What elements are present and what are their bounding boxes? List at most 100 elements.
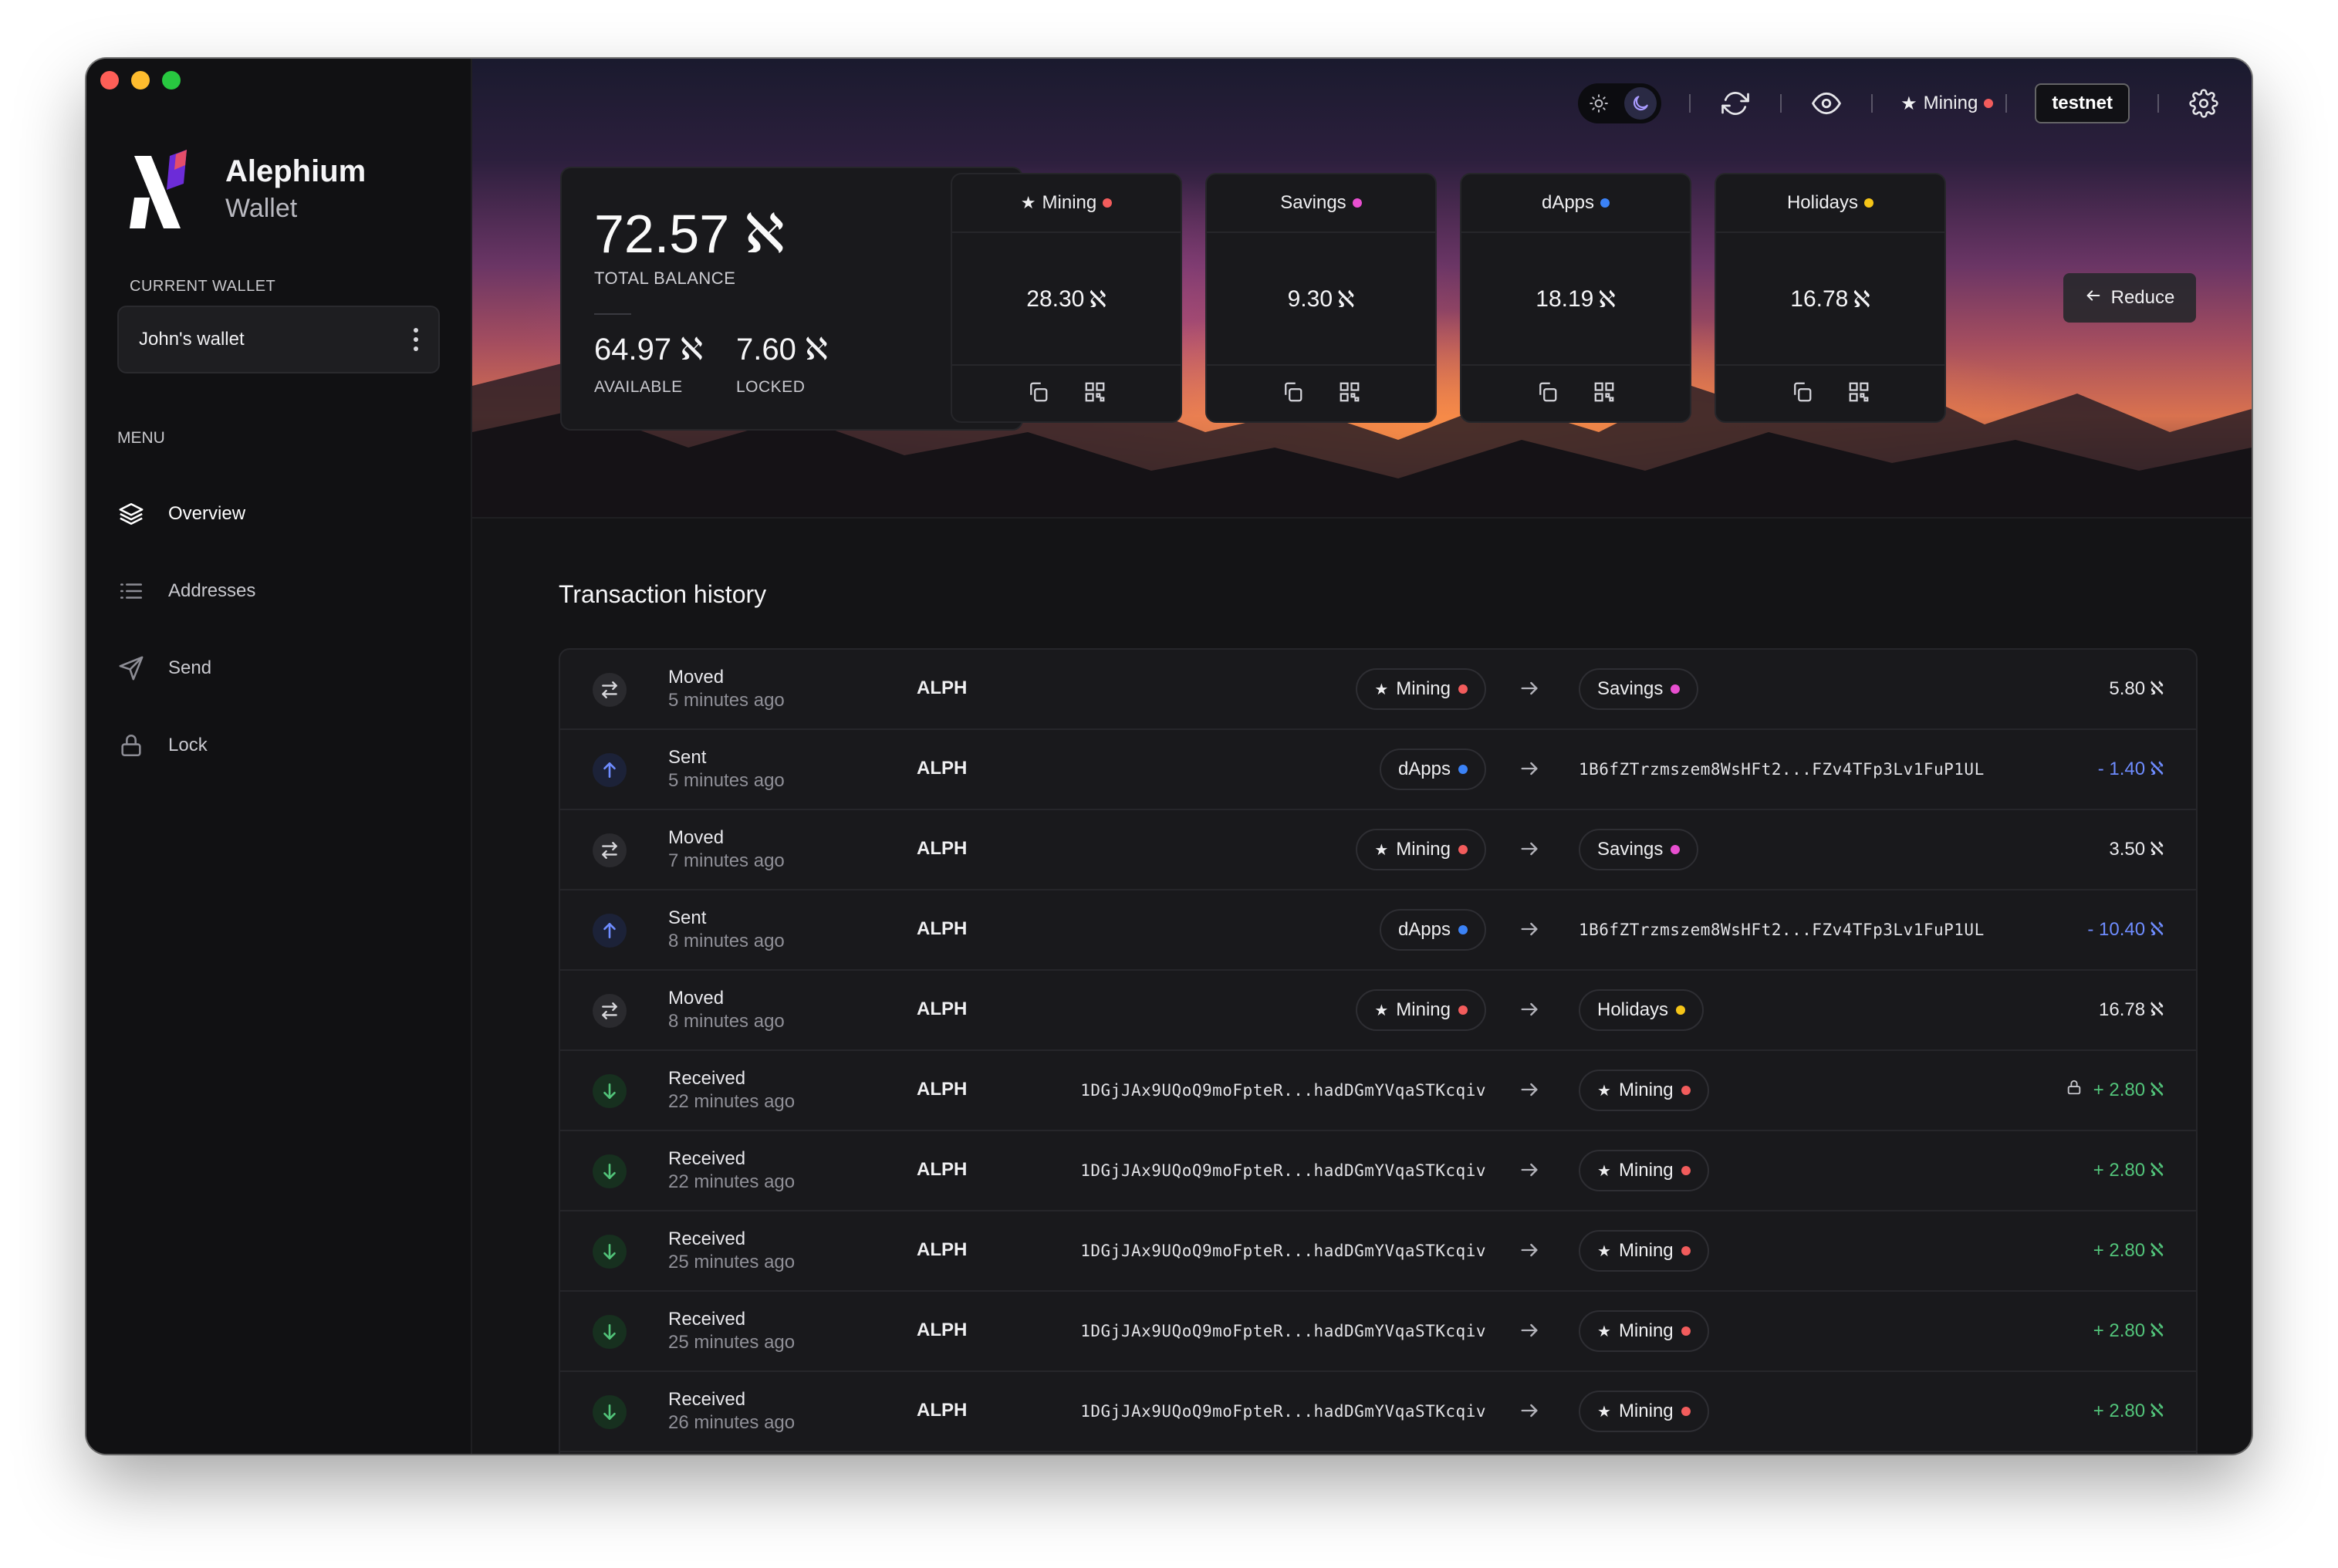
from-address-pill[interactable]: dApps: [1379, 749, 1486, 790]
locked-label: LOCKED: [736, 378, 806, 396]
transfer-icon: [593, 673, 627, 707]
alephium-logo: [130, 150, 187, 228]
reduce-button[interactable]: Reduce: [2063, 273, 2196, 323]
transaction-time: 8 minutes ago: [668, 1011, 785, 1032]
currency-symbol: ℵ: [2150, 1080, 2164, 1100]
to-address-pill[interactable]: ★ Mining: [1579, 1230, 1709, 1272]
currency-symbol: ℵ: [2150, 919, 2164, 940]
transaction-asset: ALPH: [917, 1400, 968, 1421]
transaction-from: 1DGjJAx9UQoQ9moFpteR...hadDGmYVqaSTKcqiv: [1080, 1230, 1486, 1272]
default-address-chip[interactable]: ★ Mining: [1900, 93, 1994, 115]
address-card-header: Holidays: [1716, 174, 1944, 233]
copy-icon[interactable]: [1536, 380, 1559, 407]
address-label: dApps: [1541, 192, 1595, 213]
copy-icon[interactable]: [1281, 380, 1304, 407]
currency-symbol: ℵ: [1853, 286, 1870, 313]
transaction-row[interactable]: Sent 8 minutes ago ALPH dApps 1B6fZTrzmszem8…: [560, 890, 2196, 971]
menu-item-label: Addresses: [168, 580, 256, 601]
to-address-pill[interactable]: ★ Mining: [1579, 1391, 1709, 1432]
transaction-row[interactable]: Sent 5 minutes ago ALPH dApps 1B6fZTrzmszem8…: [560, 730, 2196, 810]
address-color-dot: [1458, 765, 1468, 774]
gear-icon[interactable]: [2187, 86, 2221, 120]
network-button[interactable]: testnet: [2035, 83, 2130, 123]
to-address-hash[interactable]: 1B6fZTrzmszem8WsHFt2...FZv4TFp3Lv1FuP1UL: [1579, 760, 1985, 779]
currency-symbol: ℵ: [1089, 286, 1106, 313]
from-address-pill[interactable]: dApps: [1379, 909, 1486, 951]
arrow-down-icon: [593, 1154, 627, 1188]
from-address-pill[interactable]: ★ Mining: [1356, 829, 1486, 870]
sun-icon[interactable]: [1583, 87, 1615, 120]
wallet-selector[interactable]: John's wallet: [117, 306, 440, 373]
currency-symbol: ℵ: [2150, 759, 2164, 779]
transaction-row[interactable]: Received 22 minutes ago ALPH 1DGjJAx9UQoQ9m…: [560, 1051, 2196, 1131]
transaction-row[interactable]: Received 25 minutes ago ALPH 1DGjJAx9UQoQ9m…: [560, 1211, 2196, 1292]
address-card[interactable]: ★ Mining 28.30 ℵ: [951, 173, 1182, 423]
amount-value: + 2.80: [2093, 1400, 2146, 1421]
transaction-row[interactable]: Received 26 minutes ago ALPH 1DGjJAx9UQoQ9m…: [560, 1372, 2196, 1452]
qr-code-icon[interactable]: [1847, 380, 1870, 407]
arrow-down-icon: [593, 1074, 627, 1108]
maximize-window-button[interactable]: [162, 71, 181, 90]
currency-symbol: ℵ: [2150, 1240, 2164, 1261]
menu-item-overview[interactable]: Overview: [117, 475, 441, 553]
transaction-to: 1B6fZTrzmszem8WsHFt2...FZv4TFp3Lv1FuP1UL: [1579, 909, 1985, 951]
transaction-row[interactable]: Moved 8 minutes ago ALPH ★ Mining Holidays 16.…: [560, 971, 2196, 1051]
transaction-row[interactable]: Received 22 minutes ago ALPH 1DGjJAx9UQoQ9m…: [560, 1131, 2196, 1211]
to-address-pill[interactable]: Holidays: [1579, 989, 1705, 1031]
lock-icon: [117, 732, 145, 759]
transaction-from: 1DGjJAx9UQoQ9moFpteR...hadDGmYVqaSTKcqiv: [1080, 1391, 1486, 1432]
moon-icon[interactable]: [1624, 87, 1657, 120]
copy-icon[interactable]: [1026, 380, 1049, 407]
address-amount: 16.78 ℵ: [1716, 233, 1944, 366]
address-color-dot: [1864, 198, 1874, 208]
refresh-icon[interactable]: [1718, 86, 1752, 120]
menu-item-addresses[interactable]: Addresses: [117, 553, 441, 630]
menu-item-lock[interactable]: Lock: [117, 707, 441, 784]
qr-code-icon[interactable]: [1593, 380, 1616, 407]
currency-symbol: ℵ: [2150, 1320, 2164, 1341]
arrow-down-icon: [593, 1395, 627, 1429]
arrow-right-icon: [1517, 1077, 1542, 1102]
from-address-pill[interactable]: ★ Mining: [1356, 989, 1486, 1031]
address-color-dot: [1984, 99, 1994, 108]
transaction-amount: 5.80 ℵ: [2109, 678, 2164, 700]
qr-code-icon[interactable]: [1338, 380, 1361, 407]
from-address-pill[interactable]: ★ Mining: [1356, 668, 1486, 710]
from-address-hash[interactable]: 1DGjJAx9UQoQ9moFpteR...hadDGmYVqaSTKcqiv: [1080, 1081, 1486, 1100]
qr-code-icon[interactable]: [1083, 380, 1106, 407]
minimize-window-button[interactable]: [131, 71, 150, 90]
to-address-pill[interactable]: ★ Mining: [1579, 1150, 1709, 1191]
from-address-hash[interactable]: 1DGjJAx9UQoQ9moFpteR...hadDGmYVqaSTKcqiv: [1080, 1242, 1486, 1260]
transaction-row[interactable]: Received 25 minutes ago ALPH 1DGjJAx9UQoQ9m…: [560, 1292, 2196, 1372]
menu-item-send[interactable]: Send: [117, 630, 441, 707]
address-card[interactable]: dApps 18.19 ℵ: [1460, 173, 1691, 423]
from-address-hash[interactable]: 1DGjJAx9UQoQ9moFpteR...hadDGmYVqaSTKcqiv: [1080, 1402, 1486, 1421]
address-card-header: dApps: [1461, 174, 1690, 233]
close-window-button[interactable]: [100, 71, 119, 90]
more-options-icon[interactable]: [414, 328, 418, 351]
reduce-label: Reduce: [2110, 287, 2175, 308]
address-label: Mining: [1618, 1320, 1674, 1341]
address-label: Mining: [1618, 1080, 1674, 1100]
to-address-pill[interactable]: Savings: [1579, 668, 1699, 710]
to-address-pill[interactable]: Savings: [1579, 829, 1699, 870]
transaction-row[interactable]: Moved 5 minutes ago ALPH ★ Mining Savings 5.80…: [560, 650, 2196, 730]
address-card[interactable]: Savings 9.30 ℵ: [1205, 173, 1437, 423]
address-label: Mining: [1396, 678, 1451, 699]
eye-icon[interactable]: [1809, 86, 1843, 120]
address-label: Savings: [1597, 839, 1664, 860]
amount-value: 3.50: [2109, 838, 2146, 860]
theme-toggle[interactable]: [1578, 83, 1662, 123]
transaction-table: Moved 5 minutes ago ALPH ★ Mining Savings 5.80…: [559, 648, 2198, 1454]
to-address-hash[interactable]: 1B6fZTrzmszem8WsHFt2...FZv4TFp3Lv1FuP1UL: [1579, 921, 1985, 939]
star-icon: ★: [1597, 1323, 1611, 1340]
to-address-pill[interactable]: ★ Mining: [1579, 1310, 1709, 1352]
to-address-pill[interactable]: ★ Mining: [1579, 1070, 1709, 1111]
transaction-row[interactable]: Moved 7 minutes ago ALPH ★ Mining Savings 3.50…: [560, 810, 2196, 890]
transaction-amount: + 2.80 ℵ: [2093, 1320, 2164, 1342]
copy-icon[interactable]: [1790, 380, 1813, 407]
address-card[interactable]: Holidays 16.78 ℵ: [1715, 173, 1946, 423]
from-address-hash[interactable]: 1DGjJAx9UQoQ9moFpteR...hadDGmYVqaSTKcqiv: [1080, 1322, 1486, 1340]
transaction-amount: + 2.80 ℵ: [2093, 1159, 2164, 1181]
from-address-hash[interactable]: 1DGjJAx9UQoQ9moFpteR...hadDGmYVqaSTKcqiv: [1080, 1161, 1486, 1180]
